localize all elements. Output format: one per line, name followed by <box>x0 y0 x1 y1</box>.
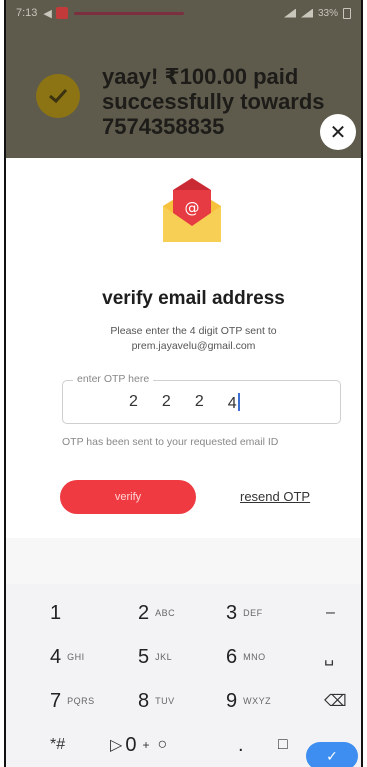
key-num: 7 <box>50 689 62 712</box>
otp-digits: 2 2 2 4 <box>129 393 240 413</box>
key-num: 4 <box>50 645 62 668</box>
key-num: 0 <box>125 733 137 756</box>
key-num: 9 <box>226 689 238 712</box>
key-9[interactable]: 9 WXYZ <box>226 682 271 720</box>
check-icon: ✓ <box>326 747 338 764</box>
dash-icon: – <box>326 604 335 621</box>
signal-icon <box>283 8 296 18</box>
status-time: 7:13 <box>16 7 38 19</box>
phone-screen: 7:13 ◀ 33% yaay! ₹100.00 paid successful… <box>4 0 363 767</box>
key-0[interactable]: ▷ 0 + ○ <box>110 726 167 764</box>
key-backspace[interactable]: ⌫ <box>324 682 347 720</box>
key-square[interactable]: □ <box>278 726 288 764</box>
key-letters: ABC <box>155 608 176 618</box>
modal-title: verify email address <box>102 288 285 309</box>
notification-progress <box>73 11 184 15</box>
key-letters: WXYZ <box>243 696 272 706</box>
modal-description: Please enter the 4 digit OTP sent to pre… <box>22 324 361 354</box>
otp-label: enter OTP here <box>73 373 154 385</box>
email-envelope-icon: @ <box>163 178 221 242</box>
star-hash-icon: *# <box>50 736 66 753</box>
send-icon: ◀ <box>43 7 52 20</box>
battery-icon <box>343 7 351 19</box>
svg-text:@: @ <box>185 199 200 217</box>
key-1[interactable]: 1 <box>50 594 61 632</box>
verify-email-modal: @ verify email address Please enter the … <box>22 158 361 538</box>
key-dash[interactable]: – <box>326 594 335 632</box>
otp-hint: OTP has been sent to your requested emai… <box>62 436 279 448</box>
key-letters: JKL <box>155 652 173 662</box>
key-num: 1 <box>50 601 62 624</box>
keyboard-row-1: 1 2 ABC 3 DEF – <box>6 594 361 632</box>
keyboard-spacer <box>6 538 361 584</box>
key-3[interactable]: 3 DEF <box>226 594 263 632</box>
resend-otp-link[interactable]: resend OTP <box>240 489 310 504</box>
keyboard-row-2: 4 GHI 5 JKL 6 MNO ␣ <box>6 638 361 676</box>
key-num: 5 <box>138 645 150 668</box>
text-cursor <box>237 393 240 411</box>
status-icons: 33% <box>283 7 351 19</box>
otp-digit-4-wrap: 4 <box>228 393 240 413</box>
otp-digit-3: 2 <box>194 393 204 410</box>
plus-icon: + <box>142 738 150 752</box>
key-num: 3 <box>226 601 238 624</box>
close-button[interactable]: ✕ <box>320 114 356 150</box>
key-5[interactable]: 5 JKL <box>138 638 172 676</box>
numeric-keyboard: 1 2 ABC 3 DEF – 4 GHI 5 JKL 6 MNO ␣ 7 PQRS 8 TU… <box>6 584 361 767</box>
key-letters: TUV <box>155 696 175 706</box>
key-letters: MNO <box>243 652 266 662</box>
key-space[interactable]: ␣ <box>324 638 334 676</box>
payment-success-message: yaay! ₹100.00 paid successfully towards … <box>102 64 325 139</box>
signal-icon-2 <box>300 8 313 18</box>
otp-digit-2: 2 <box>161 393 171 410</box>
key-6[interactable]: 6 MNO <box>226 638 266 676</box>
circle-icon: ○ <box>157 736 168 753</box>
square-icon: □ <box>278 736 288 753</box>
key-num: 6 <box>226 645 238 668</box>
key-4[interactable]: 4 GHI <box>50 638 85 676</box>
key-star-hash[interactable]: *# <box>50 726 65 764</box>
payment-success-banner: yaay! ₹100.00 paid successfully towards … <box>36 64 332 139</box>
key-num: . <box>238 733 244 756</box>
otp-input[interactable]: enter OTP here 2 2 2 4 <box>62 373 341 424</box>
otp-digit-4: 4 <box>227 395 237 412</box>
key-7[interactable]: 7 PQRS <box>50 682 95 720</box>
email-address: prem.jayavelu@gmail.com <box>131 340 256 352</box>
key-8[interactable]: 8 TUV <box>138 682 175 720</box>
key-letters: DEF <box>243 608 263 618</box>
keyboard-row-3: 7 PQRS 8 TUV 9 WXYZ ⌫ <box>6 682 361 720</box>
key-letters: GHI <box>67 652 85 662</box>
description-line: Please enter the 4 digit OTP sent to <box>110 325 277 337</box>
app-notification-icon <box>55 7 68 19</box>
key-letters: PQRS <box>67 696 95 706</box>
play-icon: ▷ <box>110 737 123 754</box>
keyboard-done-button[interactable]: ✓ <box>306 742 358 767</box>
battery-percent: 33% <box>317 7 338 19</box>
close-icon: ✕ <box>329 121 347 144</box>
space-icon: ␣ <box>324 649 335 666</box>
success-check-icon <box>36 74 80 118</box>
otp-digit-1: 2 <box>129 393 138 410</box>
verify-button[interactable]: verify <box>60 480 196 514</box>
key-num: 8 <box>138 689 150 712</box>
status-bar: 7:13 ◀ 33% <box>6 0 361 26</box>
key-dot[interactable]: . <box>238 726 244 764</box>
key-2[interactable]: 2 ABC <box>138 594 175 632</box>
backspace-icon: ⌫ <box>324 693 347 710</box>
key-num: 2 <box>138 601 150 624</box>
